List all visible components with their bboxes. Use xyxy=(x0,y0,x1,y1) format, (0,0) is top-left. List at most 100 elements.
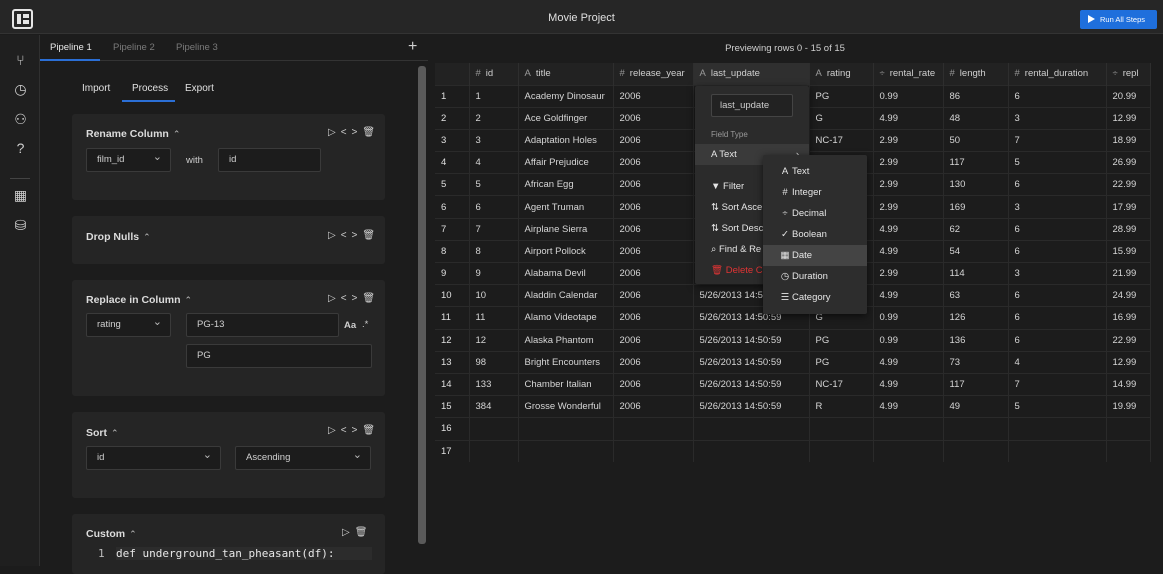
table-cell[interactable]: 2.99 xyxy=(873,261,944,285)
table-cell[interactable]: Agent Truman xyxy=(518,195,614,219)
replace-input[interactable]: PG xyxy=(186,344,372,368)
table-cell[interactable]: 136 xyxy=(943,328,1009,352)
table-cell[interactable]: 5 xyxy=(1008,395,1107,418)
type-decimal-item[interactable]: ÷ Decimal xyxy=(763,203,867,224)
table-cell[interactable]: 2006 xyxy=(613,261,694,285)
table-cell[interactable]: 2.99 xyxy=(873,128,944,152)
table-cell[interactable]: 0.99 xyxy=(873,328,944,352)
sort-order-select[interactable]: Ascending xyxy=(235,444,371,470)
table-cell[interactable]: 2.99 xyxy=(873,173,944,196)
table-cell[interactable]: 10 xyxy=(469,284,519,307)
tab-export[interactable]: Export xyxy=(185,83,214,94)
table-cell[interactable]: 24.99 xyxy=(1106,284,1151,307)
run-all-steps-button[interactable]: Run All Steps xyxy=(1080,10,1157,29)
table-cell[interactable]: 28.99 xyxy=(1106,217,1151,241)
tab-pipeline-1[interactable]: Pipeline 1 xyxy=(50,42,92,53)
table-cell[interactable]: 4 xyxy=(1008,350,1107,374)
table-cell[interactable]: 6 xyxy=(469,195,519,219)
table-cell[interactable]: 5/26/2013 14:50:59 xyxy=(693,350,810,374)
table-cell[interactable]: 3 xyxy=(1008,195,1107,219)
table-cell[interactable]: 2006 xyxy=(613,395,694,418)
table-cell[interactable]: 3 xyxy=(1008,106,1107,130)
table-cell[interactable]: PG xyxy=(809,328,874,352)
table-cell[interactable]: PG xyxy=(809,350,874,374)
table-cell[interactable]: 2006 xyxy=(613,173,694,196)
table-cell[interactable]: 6 xyxy=(1008,284,1107,307)
type-duration-item[interactable]: ◷ Duration xyxy=(763,266,867,287)
table-cell[interactable]: 6 xyxy=(1008,217,1107,241)
table-cell[interactable]: 2006 xyxy=(613,284,694,307)
table-cell[interactable] xyxy=(809,417,874,440)
step-title[interactable]: Rename Column ⌃ xyxy=(86,128,180,140)
tab-pipeline-3[interactable]: Pipeline 3 xyxy=(176,42,218,53)
table-row[interactable]: 12 12 Alaska Phantom 2006 5/26/2013 14:50:59… xyxy=(435,328,1151,352)
table-cell[interactable]: 4.99 xyxy=(873,217,944,241)
table-cell[interactable]: Airport Pollock xyxy=(518,239,614,263)
step-actions[interactable]: ▷<>🗑 xyxy=(328,293,380,304)
table-cell[interactable]: 54 xyxy=(943,239,1009,263)
table-cell[interactable]: 2006 xyxy=(613,239,694,263)
table-cell[interactable]: 130 xyxy=(943,173,1009,196)
table-cell[interactable]: 4 xyxy=(469,151,519,174)
column-name-input[interactable]: last_update xyxy=(711,94,793,117)
replace-column-select[interactable]: rating xyxy=(86,311,171,337)
table-cell[interactable]: 0.99 xyxy=(873,84,944,108)
table-cell[interactable]: 117 xyxy=(943,151,1009,174)
table-cell[interactable] xyxy=(613,417,694,440)
step-title[interactable]: Replace in Column ⌃ xyxy=(86,294,192,306)
table-cell[interactable]: 48 xyxy=(943,106,1009,130)
table-cell[interactable]: 4.99 xyxy=(873,395,944,418)
column-header-rental_duration[interactable]: # rental_duration xyxy=(1008,63,1107,85)
table-cell[interactable] xyxy=(943,417,1009,440)
table-cell[interactable]: 114 xyxy=(943,261,1009,285)
table-cell[interactable]: 2006 xyxy=(613,151,694,174)
table-cell[interactable]: 63 xyxy=(943,284,1009,307)
table-cell[interactable] xyxy=(943,439,1009,463)
table-cell[interactable]: 6 xyxy=(1008,328,1107,352)
table-cell[interactable]: Bright Encounters xyxy=(518,350,614,374)
table-cell[interactable]: Alabama Devil xyxy=(518,261,614,285)
table-cell[interactable] xyxy=(518,417,614,440)
table-cell[interactable]: 5/26/2013 14:50:59 xyxy=(693,395,810,418)
table-cell[interactable] xyxy=(873,417,944,440)
table-cell[interactable]: Alaska Phantom xyxy=(518,328,614,352)
type-integer-item[interactable]: # Integer xyxy=(763,182,867,203)
branch-icon[interactable]: ⑂ xyxy=(12,52,29,69)
table-cell[interactable]: Adaptation Holes xyxy=(518,128,614,152)
database-icon[interactable]: ⛁ xyxy=(12,217,29,234)
table-row[interactable]: 14 133 Chamber Italian 2006 5/26/2013 14:50:… xyxy=(435,372,1151,396)
table-cell[interactable]: Grosse Wonderful xyxy=(518,395,614,418)
table-cell[interactable]: 0.99 xyxy=(873,306,944,330)
table-cell[interactable] xyxy=(1106,417,1151,440)
table-cell[interactable]: 2006 xyxy=(613,306,694,330)
table-cell[interactable]: 19.99 xyxy=(1106,395,1151,418)
table-cell[interactable] xyxy=(873,439,944,463)
type-category-item[interactable]: ☰ Category xyxy=(763,287,867,308)
table-cell[interactable]: 98 xyxy=(469,350,519,374)
help-icon[interactable]: ? xyxy=(12,140,29,157)
table-cell[interactable]: 12 xyxy=(469,328,519,352)
table-cell[interactable]: Airplane Sierra xyxy=(518,217,614,241)
table-cell[interactable]: 4.99 xyxy=(873,372,944,396)
step-title[interactable]: Sort ⌃ xyxy=(86,427,119,439)
table-cell[interactable]: 12.99 xyxy=(1106,106,1151,130)
table-cell[interactable]: 62 xyxy=(943,217,1009,241)
table-row[interactable]: 15 384 Grosse Wonderful 2006 5/26/2013 14:50… xyxy=(435,395,1151,418)
users-icon[interactable]: ⚇ xyxy=(12,111,29,128)
table-cell[interactable]: 15.99 xyxy=(1106,239,1151,263)
table-cell[interactable]: 86 xyxy=(943,84,1009,108)
table-cell[interactable]: 2006 xyxy=(613,350,694,374)
table-cell[interactable]: 6 xyxy=(1008,173,1107,196)
table-cell[interactable] xyxy=(518,439,614,463)
table-cell[interactable]: NC-17 xyxy=(809,128,874,152)
table-cell[interactable]: 16.99 xyxy=(1106,306,1151,330)
table-cell[interactable]: NC-17 xyxy=(809,372,874,396)
rename-from-select[interactable]: film_id xyxy=(86,146,171,172)
table-cell[interactable]: 3 xyxy=(1008,261,1107,285)
table-cell[interactable]: 2006 xyxy=(613,195,694,219)
table-row[interactable]: 13 98 Bright Encounters 2006 5/26/2013 14:50… xyxy=(435,350,1151,374)
table-cell[interactable]: 26.99 xyxy=(1106,151,1151,174)
table-cell[interactable]: 50 xyxy=(943,128,1009,152)
table-cell[interactable]: 6 xyxy=(1008,306,1107,330)
table-cell[interactable] xyxy=(1106,439,1151,463)
